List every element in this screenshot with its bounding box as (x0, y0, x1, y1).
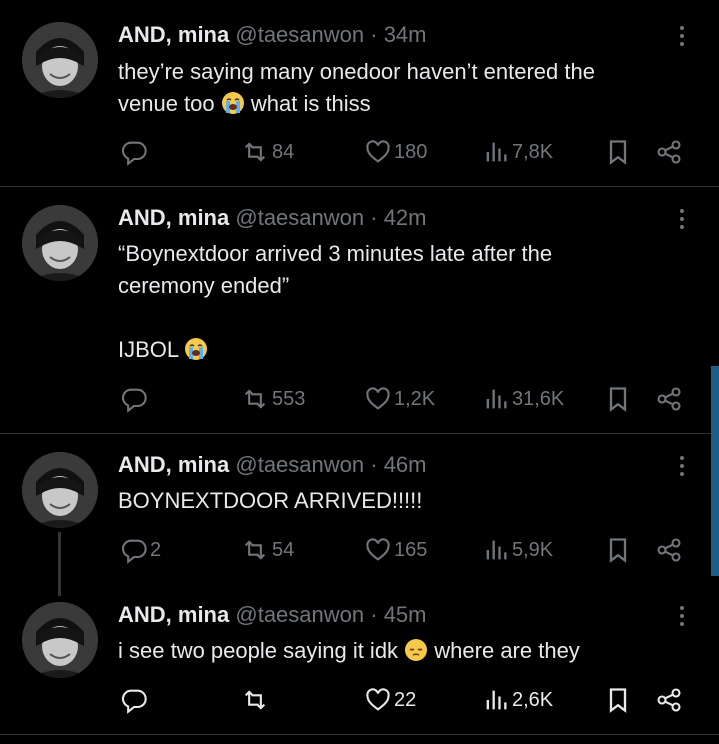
like-button[interactable]: 1,2K (364, 384, 435, 414)
retweet-icon (244, 142, 266, 162)
tweet-header: AND, mina @taesanwon · 42m (118, 205, 427, 231)
tweet-text: i see two people saying it idk where are… (118, 638, 580, 663)
tweet-header: AND, mina @taesanwon · 34m (118, 22, 427, 48)
reply-icon (121, 539, 147, 564)
reply-icon (121, 141, 147, 166)
loudly-crying-face-icon (185, 338, 208, 360)
tweet[interactable]: AND, mina @taesanwon · 34m they’re sayin… (0, 0, 719, 186)
like-icon (366, 387, 390, 410)
timestamp[interactable]: · 42m (370, 205, 426, 230)
bookmark-button[interactable] (604, 137, 632, 167)
like-button[interactable]: 22 (364, 685, 416, 715)
retweet-icon (244, 540, 266, 560)
bookmark-icon (609, 140, 627, 165)
tweet[interactable]: AND, mina @taesanwon · 42m “Boynextdoor … (0, 187, 719, 433)
separator (0, 734, 719, 735)
more-icon[interactable] (670, 204, 694, 234)
like-button[interactable]: 165 (364, 535, 427, 565)
tweet-actions: 553 1,2K 31,6K (0, 384, 719, 414)
avatar[interactable] (22, 602, 98, 678)
reply-button[interactable] (120, 137, 150, 167)
loudly-crying-face-icon (221, 92, 244, 114)
share-button[interactable] (654, 384, 684, 414)
retweet-button[interactable] (240, 685, 272, 715)
like-icon (366, 688, 390, 711)
views-icon (486, 690, 507, 710)
views-button[interactable]: 5,9K (482, 535, 553, 565)
tweet-text: they’re saying many onedoor haven’t ente… (118, 59, 595, 116)
retweet-icon (244, 690, 266, 710)
bookmark-button[interactable] (604, 384, 632, 414)
reply-icon (121, 388, 147, 413)
bookmark-button[interactable] (604, 685, 632, 715)
views-button[interactable]: 7,8K (482, 137, 553, 167)
timestamp[interactable]: · 34m (370, 22, 426, 47)
tweet[interactable]: AND, mina @taesanwon · 46m BOYNEXTDOOR A… (0, 434, 719, 596)
avatar[interactable] (22, 205, 98, 281)
like-button[interactable]: 180 (364, 137, 427, 167)
retweet-button[interactable]: 54 (240, 535, 294, 565)
like-icon (366, 140, 390, 163)
display-name[interactable]: AND, mina (118, 22, 229, 47)
more-icon[interactable] (670, 21, 694, 51)
avatar[interactable] (22, 22, 98, 98)
views-button[interactable]: 31,6K (482, 384, 564, 414)
display-name[interactable]: AND, mina (118, 205, 229, 230)
retweet-icon (244, 389, 266, 409)
tweet[interactable]: AND, mina @taesanwon · 45m i see two peo… (0, 584, 719, 734)
reply-button[interactable]: 2 (120, 535, 161, 565)
timestamp[interactable]: · 45m (370, 602, 426, 627)
share-icon (657, 140, 681, 164)
user-handle[interactable]: @taesanwon (235, 205, 364, 230)
share-button[interactable] (654, 137, 684, 167)
user-handle[interactable]: @taesanwon (235, 22, 364, 47)
tweet-header: AND, mina @taesanwon · 45m (118, 602, 427, 628)
user-handle[interactable]: @taesanwon (235, 452, 364, 477)
tweet-actions: 22 2,6K (0, 685, 719, 715)
pensive-face-icon (405, 639, 428, 661)
reply-button[interactable] (120, 685, 150, 715)
views-icon (486, 540, 507, 560)
views-button[interactable]: 2,6K (482, 685, 553, 715)
retweet-button[interactable]: 84 (240, 137, 294, 167)
share-icon (657, 387, 681, 411)
bookmark-icon (609, 538, 627, 563)
avatar[interactable] (22, 452, 98, 528)
tweet-text: “Boynextdoor arrived 3 minutes late afte… (118, 241, 553, 362)
scrollbar-thumb[interactable] (711, 366, 719, 576)
share-icon (657, 538, 681, 562)
display-name[interactable]: AND, mina (118, 452, 229, 477)
views-icon (486, 389, 507, 409)
share-button[interactable] (654, 535, 684, 565)
bookmark-button[interactable] (604, 535, 632, 565)
tweet-header: AND, mina @taesanwon · 46m (118, 452, 427, 478)
more-icon[interactable] (670, 601, 694, 631)
share-icon (657, 688, 681, 712)
more-icon[interactable] (670, 451, 694, 481)
timestamp[interactable]: · 46m (370, 452, 426, 477)
tweet-actions: 84 180 7,8K (0, 137, 719, 167)
tweet-actions: 2 54 165 5,9K (0, 535, 719, 565)
reply-icon (121, 689, 147, 714)
share-button[interactable] (654, 685, 684, 715)
user-handle[interactable]: @taesanwon (235, 602, 364, 627)
bookmark-icon (609, 688, 627, 713)
reply-button[interactable] (120, 384, 150, 414)
views-icon (486, 142, 507, 162)
tweet-text: BOYNEXTDOOR ARRIVED!!!!! (118, 488, 423, 513)
retweet-button[interactable]: 553 (240, 384, 305, 414)
bookmark-icon (609, 387, 627, 412)
like-icon (366, 538, 390, 561)
display-name[interactable]: AND, mina (118, 602, 229, 627)
